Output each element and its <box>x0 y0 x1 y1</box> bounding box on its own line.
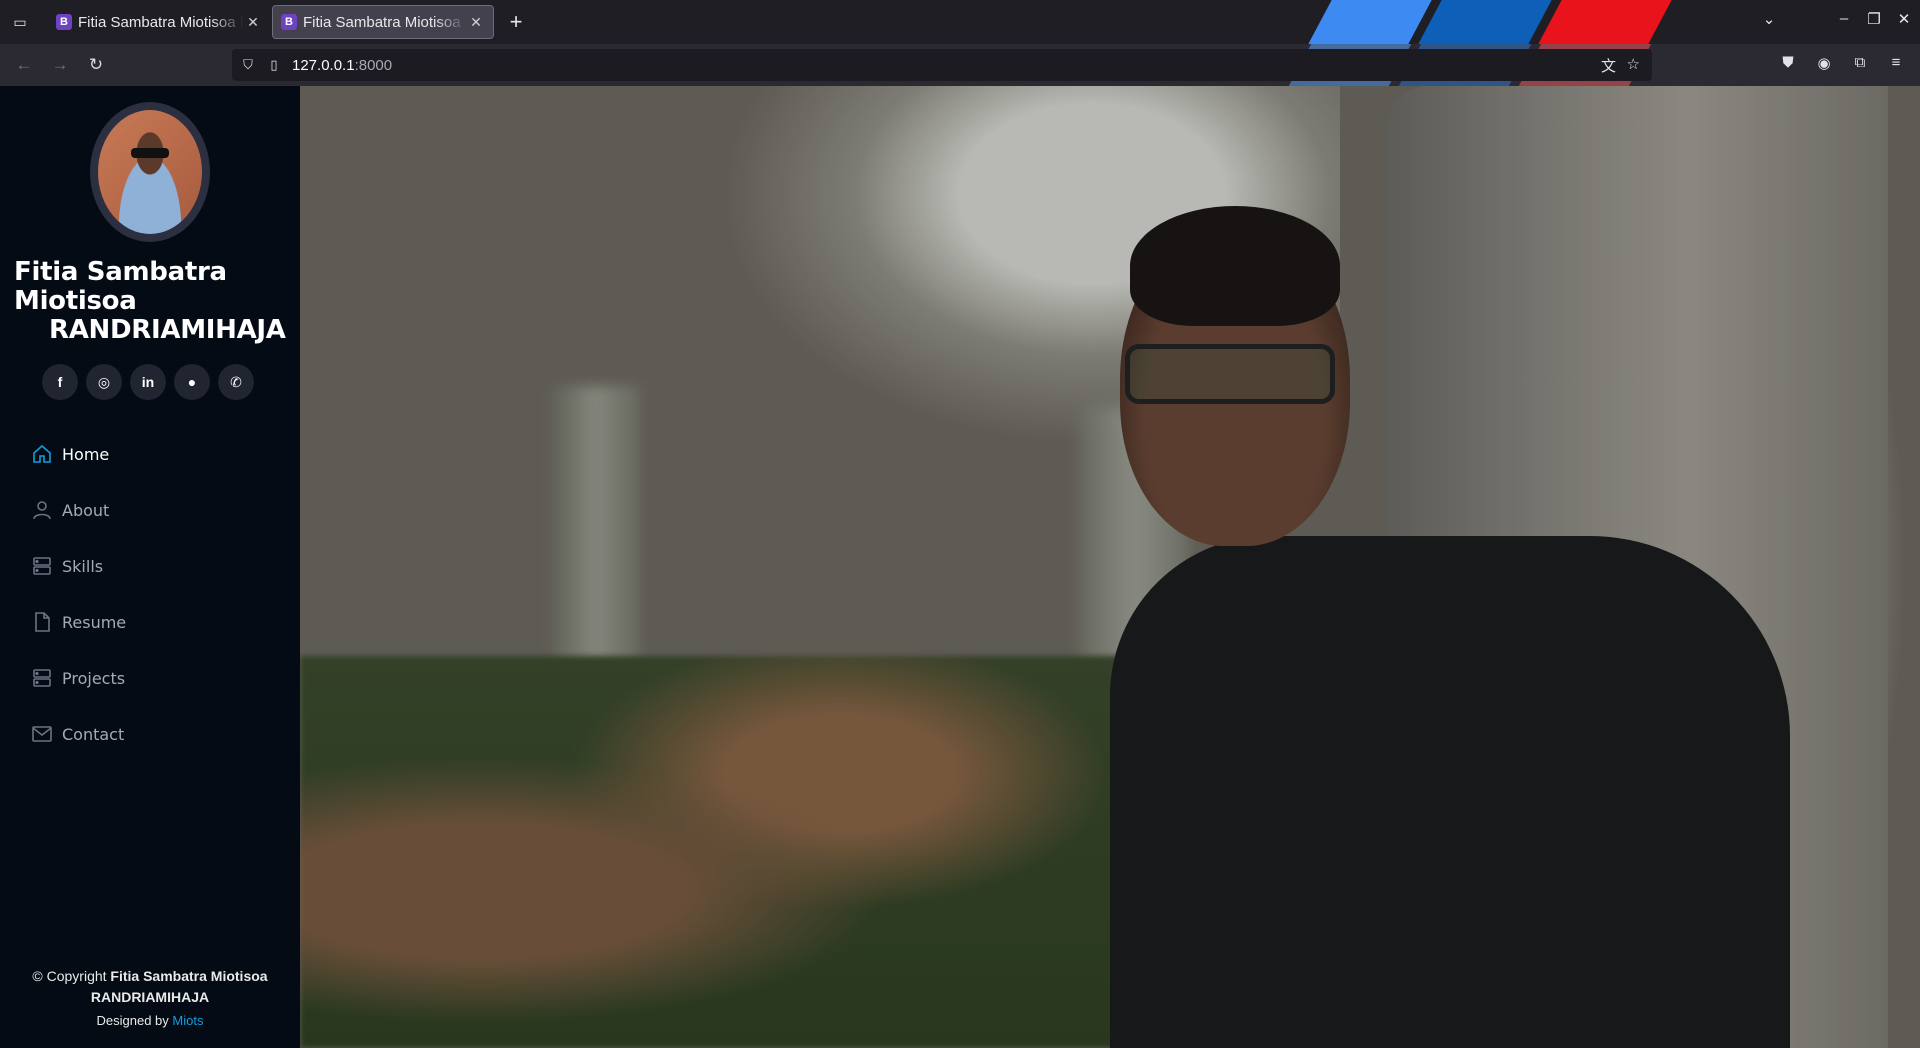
profile-name-line3: RANDRIAMIHAJA <box>49 315 286 345</box>
copyright: © Copyright Fitia Sambatra Miotisoa RAND… <box>0 966 300 1008</box>
nav-item-label: About <box>62 500 110 520</box>
pocket-icon[interactable]: ⛊ <box>1777 54 1799 71</box>
file-icon <box>30 610 54 634</box>
nav-item-resume[interactable]: Resume <box>30 594 280 650</box>
address-bar[interactable]: ⛉ ▯ 127.0.0.1:8000 文 ☆ <box>232 49 1652 81</box>
nav-item-label: Projects <box>62 668 126 688</box>
server-icon <box>30 554 54 578</box>
profile-name[interactable]: Fitia Sambatra Miotisoa RANDRIAMIHAJA <box>14 258 294 345</box>
theme-stripe-darkblue <box>1418 0 1552 44</box>
close-tab-icon[interactable]: ✕ <box>467 14 485 31</box>
instagram-icon[interactable]: ◎ <box>86 364 122 400</box>
designer-link[interactable]: Miots <box>172 1013 203 1028</box>
nav-item-label: Contact <box>62 724 125 744</box>
browser-tab-bar: ▭ B Fitia Sambatra Miotisoa RANDRIAMIHAJ… <box>0 0 1920 44</box>
nav-item-skills[interactable]: Skills <box>30 538 280 594</box>
hero-overlay <box>300 86 1920 1048</box>
profile-name-line1: Fitia Sambatra <box>14 257 227 287</box>
house-icon <box>30 442 54 466</box>
close-window-icon[interactable]: ✕ <box>1892 10 1916 28</box>
sidebar: Fitia Sambatra Miotisoa RANDRIAMIHAJA f … <box>0 86 300 1048</box>
tab-overflow-chevron-icon[interactable]: ⌄ <box>1757 10 1781 28</box>
copyright-prefix: © Copyright <box>32 968 111 984</box>
github-icon[interactable]: ● <box>174 364 210 400</box>
url-host: 127.0.0.1 <box>292 56 355 74</box>
sidebar-footer: © Copyright Fitia Sambatra Miotisoa RAND… <box>0 966 300 1031</box>
account-icon[interactable]: ◉ <box>1813 54 1835 72</box>
theme-stripe-red <box>1538 0 1672 44</box>
avatar-sunglasses <box>131 148 169 158</box>
nav-item-projects[interactable]: Projects <box>30 650 280 706</box>
browser-nav-bar: ← → ↻ ⛉ ▯ 127.0.0.1:8000 文 ☆ ⛊ ◉ ⧉ ≡ <box>0 44 1920 86</box>
browser-tab-2[interactable]: B Fitia Sambatra Miotisoa RANDRIAMIHAJA … <box>272 5 494 39</box>
tab-title: Fitia Sambatra Miotisoa RANDRIAMIHAJA <box>78 13 244 31</box>
shield-icon[interactable]: ⛉ <box>238 57 258 73</box>
url-port: :8000 <box>354 56 393 74</box>
nav-item-home[interactable]: Home <box>30 426 280 482</box>
new-tab-button[interactable]: + <box>503 9 529 35</box>
designed-by-prefix: Designed by <box>96 1013 173 1028</box>
browser-tab-1[interactable]: B Fitia Sambatra Miotisoa RANDRIAMIHAJA … <box>48 5 270 39</box>
extensions-icon[interactable]: ⧉ <box>1849 54 1871 71</box>
social-links: f ◎ in ● ✆ <box>42 364 254 400</box>
profile-avatar <box>90 102 210 242</box>
close-tab-icon[interactable]: ✕ <box>244 14 262 31</box>
page: Fitia Sambatra Miotisoa RANDRIAMIHAJA f … <box>0 86 1920 1048</box>
minimize-icon[interactable]: – <box>1832 10 1856 27</box>
forward-arrow-icon[interactable]: → <box>48 53 72 77</box>
envelope-icon <box>30 722 54 746</box>
reload-icon[interactable]: ↻ <box>84 53 108 77</box>
bookmark-star-icon[interactable]: ☆ <box>1627 55 1640 73</box>
url-text[interactable]: 127.0.0.1:8000 <box>292 57 392 74</box>
bootstrap-favicon-icon: B <box>56 14 72 30</box>
theme-stripe-blue <box>1308 0 1432 44</box>
restore-icon[interactable]: ❐ <box>1862 10 1886 28</box>
translate-icon[interactable]: 文 <box>1601 55 1616 76</box>
menu-hamburger-icon[interactable]: ≡ <box>1885 54 1907 71</box>
hero-background-photo <box>300 86 1920 1048</box>
tab-list-icon[interactable]: ▭ <box>8 10 32 34</box>
profile-name-line2: Miotisoa <box>14 286 137 316</box>
nav-menu: Home About Skills Resume Projects Contac… <box>30 426 280 762</box>
page-icon: ▯ <box>270 57 278 72</box>
nav-item-contact[interactable]: Contact <box>30 706 280 762</box>
tab-title: Fitia Sambatra Miotisoa RANDRIAMIHAJA <box>303 13 467 31</box>
copyright-name: Fitia Sambatra Miotisoa RANDRIAMIHAJA <box>90 968 268 1005</box>
nav-item-about[interactable]: About <box>30 482 280 538</box>
nav-item-label: Skills <box>62 556 104 576</box>
credits: Designed by Miots <box>0 1010 300 1031</box>
server-icon <box>30 666 54 690</box>
nav-item-label: Home <box>62 444 110 464</box>
facebook-icon[interactable]: f <box>42 364 78 400</box>
bootstrap-favicon-icon: B <box>281 14 297 30</box>
back-arrow-icon[interactable]: ← <box>12 53 36 77</box>
linkedin-icon[interactable]: in <box>130 364 166 400</box>
person-icon <box>30 498 54 522</box>
whatsapp-icon[interactable]: ✆ <box>218 364 254 400</box>
nav-item-label: Resume <box>62 612 127 632</box>
